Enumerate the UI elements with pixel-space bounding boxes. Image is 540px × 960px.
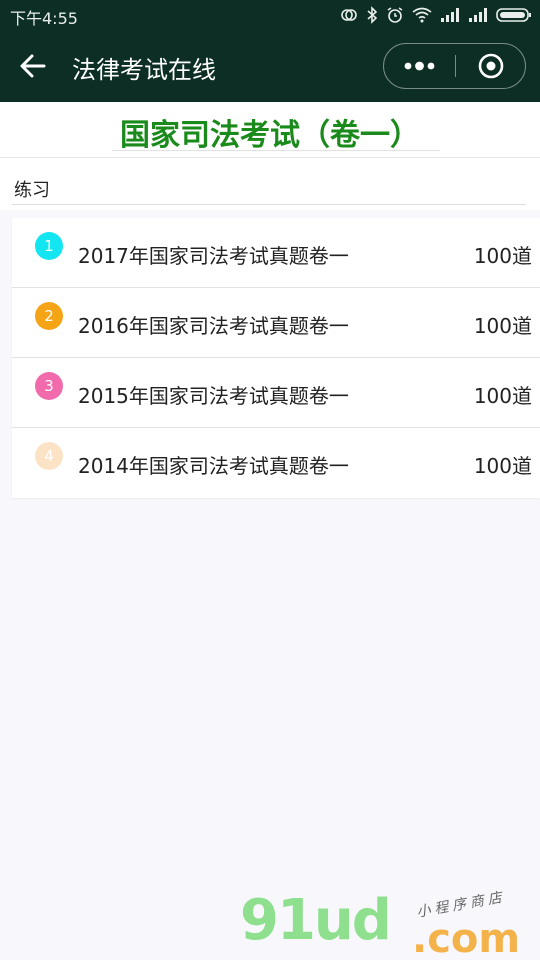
- back-button[interactable]: [18, 52, 54, 82]
- question-count: 100道: [473, 314, 532, 338]
- back-arrow-icon: [20, 54, 46, 78]
- list-item[interactable]: 2 2016年国家司法考试真题卷一 100道: [12, 288, 540, 358]
- section-label: 练习: [14, 180, 50, 201]
- signal-icon: [441, 8, 459, 22]
- section-header: 练习: [0, 158, 540, 210]
- watermark-domain: .com: [412, 916, 521, 960]
- wifi-icon: [412, 7, 432, 23]
- content-area: 国家司法考试（卷一） 练习 1 2017年国家司法考试真题卷一 100道 2 2…: [0, 102, 540, 960]
- status-bar: 下午4:55: [0, 0, 540, 30]
- index-badge: 4: [35, 442, 63, 470]
- exam-title: 2017年国家司法考试真题卷一: [78, 244, 349, 268]
- index-badge: 2: [35, 302, 63, 330]
- question-count: 100道: [473, 454, 532, 478]
- watermark-logo: 91ud: [240, 888, 392, 953]
- nav-bar: 法律考试在线: [0, 30, 540, 102]
- question-count: 100道: [473, 244, 532, 268]
- signal-icon: [469, 8, 487, 22]
- menu-capsule: [383, 43, 526, 89]
- bluetooth-icon: [367, 6, 378, 24]
- nav-title: 法律考试在线: [72, 56, 216, 84]
- sync-icon: [341, 9, 357, 21]
- title-underline: [112, 150, 440, 151]
- list-item[interactable]: 4 2014年国家司法考试真题卷一 100道: [12, 428, 540, 498]
- list-item[interactable]: 1 2017年国家司法考试真题卷一 100道: [12, 218, 540, 288]
- alarm-icon: [387, 7, 403, 23]
- question-count: 100道: [473, 384, 532, 408]
- battery-icon: [496, 8, 531, 22]
- page-title: 国家司法考试（卷一）: [120, 118, 420, 153]
- watermark: 91ud 小程序商店 .com: [240, 888, 540, 960]
- section-divider: [12, 204, 526, 205]
- exam-title: 2015年国家司法考试真题卷一: [78, 384, 349, 408]
- exam-title: 2014年国家司法考试真题卷一: [78, 454, 349, 478]
- status-icons: [340, 6, 532, 24]
- index-badge: 3: [35, 372, 63, 400]
- list-item[interactable]: 3 2015年国家司法考试真题卷一 100道: [12, 358, 540, 428]
- target-close-icon: [478, 53, 504, 79]
- exam-list: 1 2017年国家司法考试真题卷一 100道 2 2016年国家司法考试真题卷一…: [12, 218, 540, 498]
- status-time: 下午4:55: [10, 9, 78, 28]
- close-button[interactable]: [456, 44, 526, 88]
- more-dots-icon: [404, 61, 435, 71]
- more-button[interactable]: [384, 44, 455, 88]
- headline-block: 国家司法考试（卷一）: [0, 102, 540, 158]
- index-badge: 1: [35, 232, 63, 260]
- top-bar: 下午4:55 法律考试在线: [0, 0, 540, 102]
- exam-title: 2016年国家司法考试真题卷一: [78, 314, 349, 338]
